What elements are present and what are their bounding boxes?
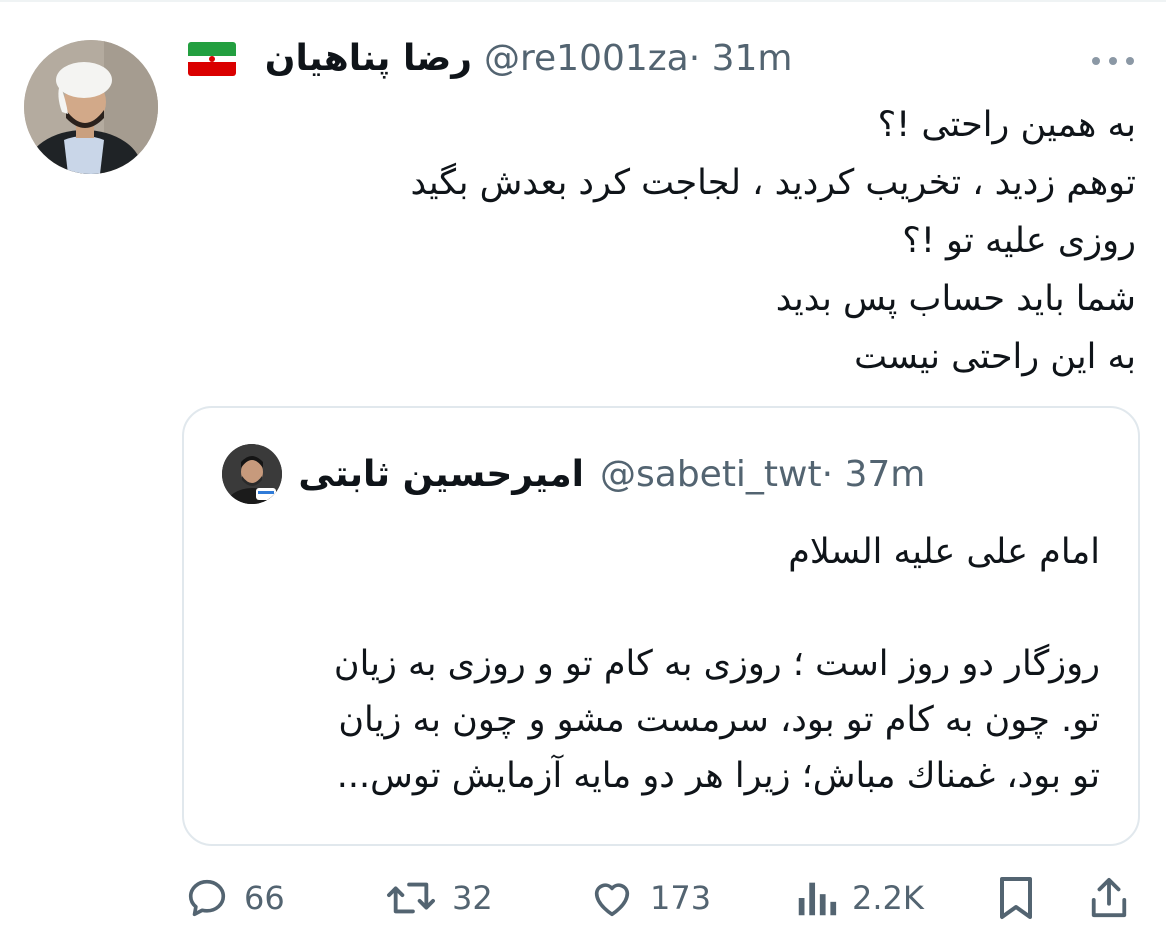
reply-count: 66 <box>244 879 285 917</box>
tweet-line: روزی علیه تو !؟ <box>902 221 1136 261</box>
tweet-line: شما باید حساب پس بدید <box>775 279 1136 319</box>
author-handle-time[interactable]: @re1001za· 31m <box>484 36 793 82</box>
bookmark-icon <box>1000 877 1032 919</box>
quoted-line: روزگار دو روز است ؛ روزی به کام تو و روز… <box>333 644 1100 684</box>
quoted-line: امام علی علیه السلام <box>788 532 1100 572</box>
quoted-line <box>220 580 1100 636</box>
post-time[interactable]: · 31m <box>689 38 793 79</box>
quoted-handle-time[interactable]: @sabeti_twt· 37m <box>600 452 925 498</box>
bookmark-button[interactable] <box>996 866 1036 930</box>
quoted-line: تو بود، غمناك مباش؛ زیرا هر دو مایه آزما… <box>336 756 1100 796</box>
quoted-post-time[interactable]: · 37m <box>822 454 926 495</box>
quoted-author-avatar-image <box>222 444 282 504</box>
retweet-count: 32 <box>452 879 493 917</box>
tweet-line: توهم زدید ، تخریب کردید ، لجاجت کرد بعدش… <box>410 163 1136 203</box>
reply-icon <box>188 879 226 917</box>
tweet-page: رضا پناهیان @re1001za· 31m به همین راحتی… <box>0 0 1166 942</box>
retweet-button[interactable]: 32 <box>384 866 493 930</box>
reply-button[interactable]: 66 <box>184 866 285 930</box>
author-name[interactable]: رضا پناهیان <box>246 36 472 82</box>
author-avatar-image <box>24 40 158 174</box>
views-button[interactable]: 2.2K <box>794 866 924 930</box>
quoted-tweet[interactable]: امیرحسین ثابتی @sabeti_twt· 37m امام علی… <box>182 406 1140 846</box>
share-icon <box>1091 877 1127 918</box>
more-options-icon[interactable] <box>1088 46 1138 76</box>
view-count: 2.2K <box>852 879 924 917</box>
tweet-text: به همین راحتی !؟ توهم زدید ، تخریب کردید… <box>216 96 1136 386</box>
retweet-icon <box>387 882 435 914</box>
share-button[interactable] <box>1088 866 1130 930</box>
iran-flag-icon <box>188 42 236 76</box>
views-icon <box>798 882 837 916</box>
author-handle[interactable]: @re1001za <box>484 38 689 79</box>
top-divider <box>0 0 1166 2</box>
quoted-author-name[interactable]: امیرحسین ثابتی <box>294 452 584 498</box>
quoted-author-handle[interactable]: @sabeti_twt <box>600 454 822 495</box>
heart-icon <box>594 883 630 917</box>
action-bar: 66 32 173 2.2K <box>0 866 1166 930</box>
quoted-line: تو. چون به کام تو بود، سرمست مشو و چون ب… <box>338 700 1100 740</box>
like-button[interactable]: 173 <box>588 866 711 930</box>
like-count: 173 <box>650 879 712 917</box>
tweet-line: به همین راحتی !؟ <box>877 105 1136 145</box>
tweet-line: به این راحتی نیست <box>854 337 1136 377</box>
author-avatar[interactable] <box>24 40 158 174</box>
quoted-author-avatar[interactable] <box>222 444 282 504</box>
quoted-tweet-text: امام علی علیه السلام روزگار دو روز است ؛… <box>220 524 1100 804</box>
